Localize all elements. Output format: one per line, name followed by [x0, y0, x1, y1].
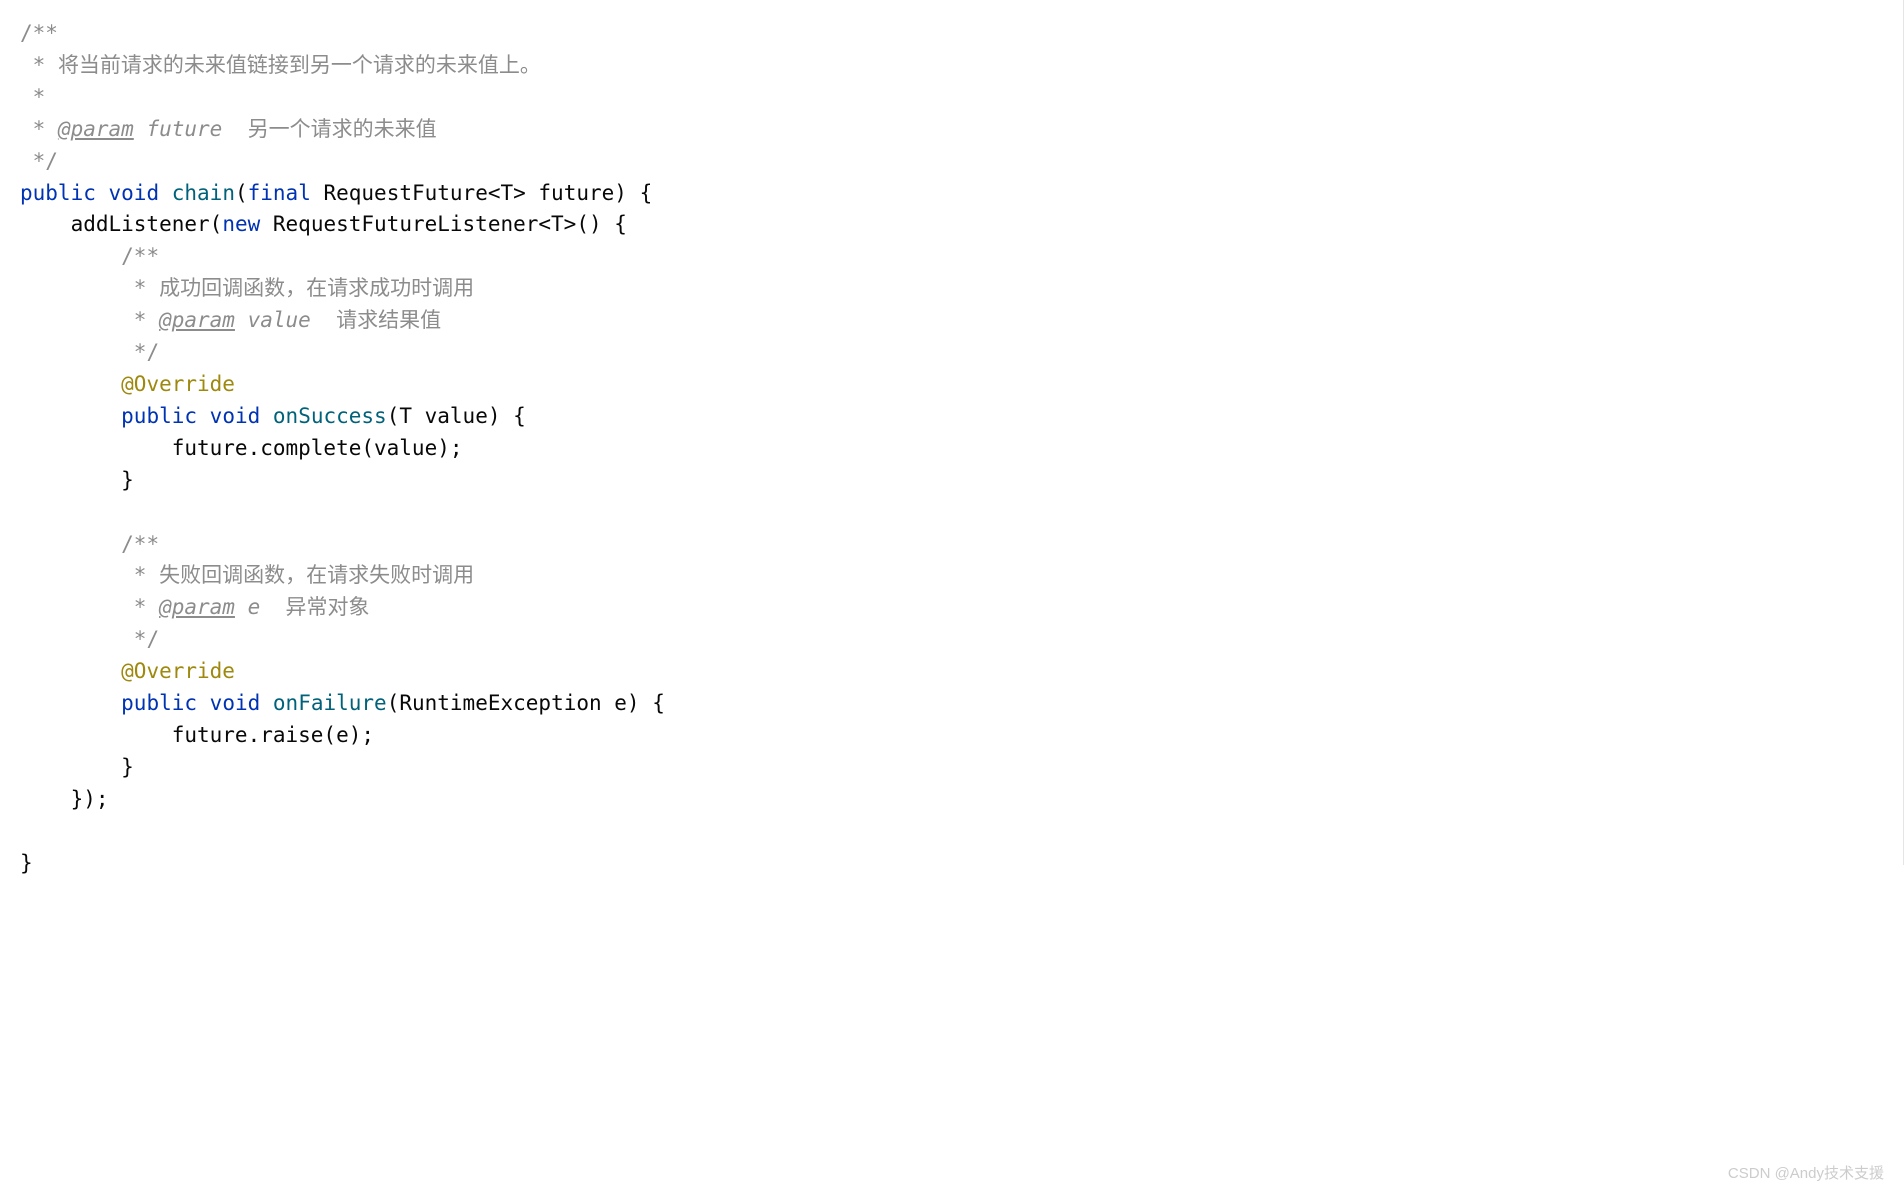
indent [20, 276, 134, 300]
indent [20, 212, 71, 236]
keyword-final: final [248, 181, 311, 205]
method-name: onFailure [273, 691, 387, 715]
javadoc-open: /** [121, 244, 159, 268]
javadoc-param-tag: @param [58, 117, 134, 141]
method-name: onSuccess [273, 404, 387, 428]
keyword-public: public [121, 404, 197, 428]
indent [20, 340, 134, 364]
params: (T value) { [387, 404, 526, 428]
javadoc-description: 将当前请求的未来值链接到另一个请求的未来值上。 [58, 53, 541, 77]
keyword-void: void [109, 181, 160, 205]
brace-close: } [121, 755, 134, 779]
brace-close: } [121, 468, 134, 492]
type-instantiation: RequestFutureListener<T>() { [260, 212, 627, 236]
javadoc-close: */ [134, 627, 159, 651]
javadoc-prefix: * [20, 117, 58, 141]
statement: future.raise(e); [172, 723, 374, 747]
keyword-void: void [210, 404, 261, 428]
indent [20, 723, 172, 747]
watermark-text: CSDN @Andy技术支援 [1728, 1163, 1884, 1186]
indent [20, 627, 134, 651]
javadoc-prefix: * [20, 53, 58, 77]
indent [20, 468, 121, 492]
javadoc-description: 失败回调函数，在请求失败时调用 [159, 563, 474, 587]
javadoc-open: /** [20, 21, 58, 45]
statement: future.complete(value); [172, 436, 463, 460]
javadoc-open: /** [121, 532, 159, 556]
keyword-public: public [20, 181, 96, 205]
indent [20, 659, 121, 683]
indent [20, 308, 134, 332]
javadoc-param-desc: 请求结果值 [311, 308, 441, 332]
annotation-override: @Override [121, 372, 235, 396]
javadoc-prefix: * [134, 308, 159, 332]
javadoc-close: */ [134, 340, 159, 364]
javadoc-param-desc: 另一个请求的未来值 [222, 117, 436, 141]
keyword-public: public [121, 691, 197, 715]
javadoc-line: * [20, 85, 45, 109]
indent [20, 563, 134, 587]
javadoc-param-name: value [235, 308, 311, 332]
annotation-override: @Override [121, 659, 235, 683]
indent [20, 436, 172, 460]
brace-close: } [20, 851, 33, 875]
method-name: chain [172, 181, 235, 205]
params: (RuntimeException e) { [387, 691, 665, 715]
statement-close: }); [71, 787, 109, 811]
javadoc-param-name: future [134, 117, 223, 141]
indent [20, 691, 121, 715]
javadoc-param-tag: @param [159, 308, 235, 332]
javadoc-param-name: e [235, 595, 260, 619]
indent [20, 787, 71, 811]
params: RequestFuture<T> future) { [311, 181, 652, 205]
method-call: addListener [71, 212, 210, 236]
keyword-void: void [210, 691, 261, 715]
javadoc-close: */ [20, 149, 58, 173]
code-block: /** * 将当前请求的未来值链接到另一个请求的未来值上。 * * @param… [20, 18, 1884, 879]
javadoc-param-tag: @param [159, 595, 235, 619]
paren: ( [210, 212, 223, 236]
paren: ( [235, 181, 248, 205]
javadoc-description: 成功回调函数，在请求成功时调用 [159, 276, 474, 300]
indent [20, 372, 121, 396]
javadoc-prefix: * [134, 595, 159, 619]
indent [20, 404, 121, 428]
indent [20, 755, 121, 779]
keyword-new: new [222, 212, 260, 236]
indent [20, 244, 121, 268]
javadoc-prefix: * [134, 563, 159, 587]
javadoc-param-desc: 异常对象 [260, 595, 369, 619]
javadoc-prefix: * [134, 276, 159, 300]
indent [20, 595, 134, 619]
indent [20, 532, 121, 556]
